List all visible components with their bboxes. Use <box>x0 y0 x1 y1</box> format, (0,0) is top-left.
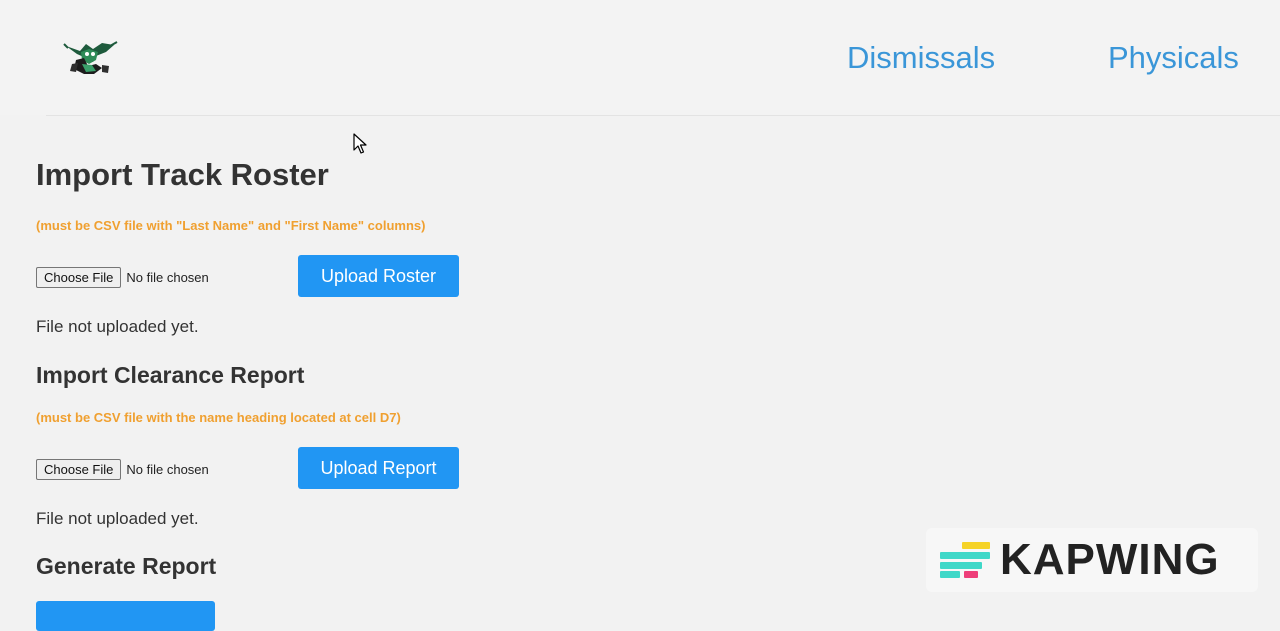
clearance-section-title: Import Clearance Report <box>36 362 305 388</box>
kapwing-wordmark: KAPWING <box>1000 535 1220 584</box>
clearance-upload-status: File not uploaded yet. <box>36 509 199 528</box>
clearance-file-input[interactable]: Choose File No file chosen <box>36 458 209 480</box>
header-divider <box>46 115 1280 116</box>
roster-file-status: No file chosen <box>126 269 209 285</box>
roster-upload-status: File not uploaded yet. <box>36 317 199 336</box>
kapwing-logo-icon <box>940 542 990 578</box>
roster-choose-file-button[interactable]: Choose File <box>36 266 122 288</box>
mouse-pointer-icon <box>353 133 367 154</box>
top-header <box>0 0 1280 115</box>
team-mascot-logo[interactable] <box>62 38 120 78</box>
kapwing-watermark: KAPWING <box>926 528 1258 592</box>
nav-link-physicals[interactable]: Physicals <box>1108 38 1239 78</box>
clearance-format-note: (must be CSV file with the name heading … <box>36 410 401 425</box>
roster-file-input[interactable]: Choose File No file chosen <box>36 266 209 288</box>
generate-section-title: Generate Report <box>36 553 217 579</box>
clearance-choose-file-button[interactable]: Choose File <box>36 458 122 480</box>
upload-roster-button[interactable]: Upload Roster <box>298 255 459 297</box>
nav-link-dismissals[interactable]: Dismissals <box>847 38 995 78</box>
generate-report-button[interactable] <box>36 601 215 631</box>
clearance-file-status: No file chosen <box>126 461 209 477</box>
roster-format-note: (must be CSV file with "Last Name" and "… <box>36 218 426 233</box>
upload-report-button[interactable]: Upload Report <box>298 447 459 489</box>
roster-section-title: Import Track Roster <box>36 157 329 192</box>
